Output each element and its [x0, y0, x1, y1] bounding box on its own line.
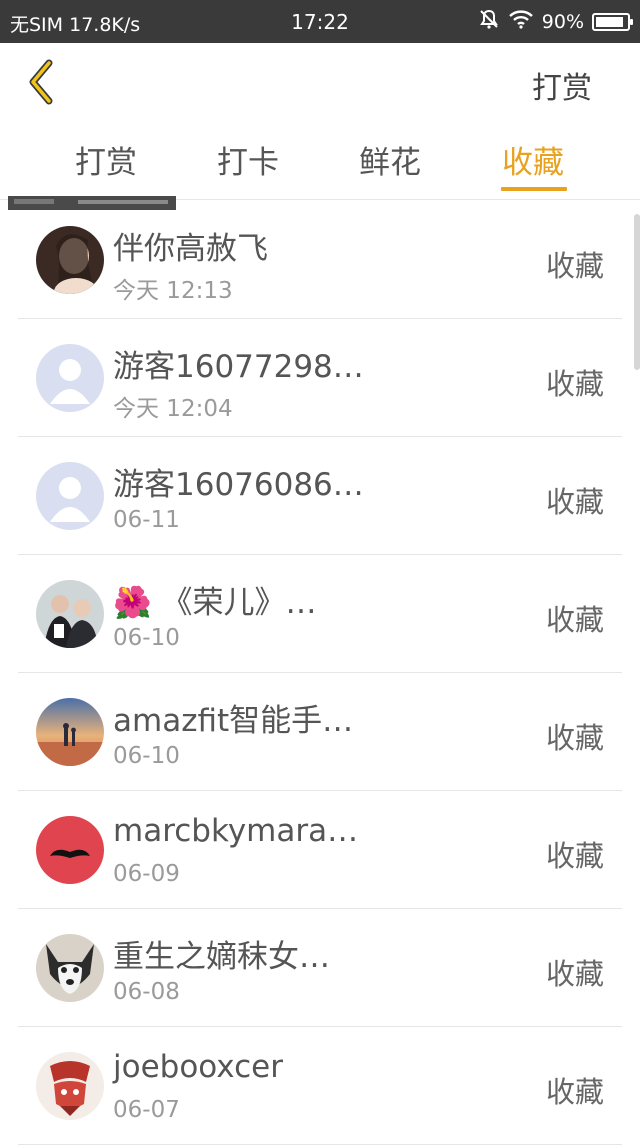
favorite-button[interactable]: 收藏	[546, 597, 604, 639]
avatar	[36, 344, 104, 412]
user-name: joebooxcer	[113, 1049, 283, 1085]
reward-header-button[interactable]: 打赏	[532, 63, 592, 107]
tab-bar: 打赏 打卡 鲜花 收藏	[0, 123, 640, 200]
favorite-button[interactable]: 收藏	[546, 833, 604, 875]
list-item[interactable]: marcbkymara… 06-09 收藏	[18, 791, 622, 909]
tab-checkin[interactable]: 打卡	[198, 137, 298, 182]
battery-fill	[596, 16, 623, 27]
avatar	[36, 1052, 104, 1120]
mustache-avatar	[36, 816, 104, 884]
favorite-button[interactable]: 收藏	[546, 951, 604, 993]
avatar	[36, 934, 104, 1002]
favorite-button[interactable]: 收藏	[546, 479, 604, 521]
battery-icon	[592, 12, 633, 31]
header: 打赏	[0, 43, 640, 123]
timestamp: 06-10	[113, 743, 180, 769]
default-guest-avatar	[36, 344, 104, 412]
list-item[interactable]: joebooxcer 06-07 收藏	[18, 1027, 622, 1145]
photo-avatar-woman	[36, 226, 104, 294]
user-name: amazfit智能手…	[113, 703, 354, 739]
photo-avatar-sunset	[36, 698, 104, 766]
photo-avatar-couple	[36, 580, 104, 648]
wifi-icon	[508, 9, 534, 34]
photo-avatar-dog	[36, 934, 104, 1002]
user-name: 🌺 《荣儿》…	[113, 585, 317, 621]
user-name: 伴你高赦飞	[113, 231, 268, 267]
favorite-button[interactable]: 收藏	[546, 715, 604, 757]
status-bar: 无SIM 17.8K/s 17:22 90%	[0, 0, 640, 43]
timestamp: 06-07	[113, 1097, 180, 1123]
list-item[interactable]: 🌺 《荣儿》… 06-10 收藏	[18, 555, 622, 673]
status-right: 90%	[478, 8, 633, 35]
avatar	[36, 462, 104, 530]
user-name: 游客16077298…	[113, 349, 364, 385]
list-item[interactable]: amazfit智能手… 06-10 收藏	[18, 673, 622, 791]
avatar	[36, 226, 104, 294]
tab-flowers[interactable]: 鲜花	[340, 137, 440, 182]
timestamp: 06-10	[113, 625, 180, 651]
favorite-button[interactable]: 收藏	[546, 361, 604, 403]
user-name: marcbkymara…	[113, 813, 359, 849]
scrollbar[interactable]	[634, 214, 640, 370]
photo-avatar-red-pattern	[36, 1052, 104, 1120]
list-item[interactable]: 伴你高赦飞 今天 12:13 收藏	[18, 201, 622, 319]
avatar	[36, 698, 104, 766]
timestamp: 今天 12:13	[113, 278, 233, 304]
avatar	[36, 580, 104, 648]
tab-favorites[interactable]: 收藏	[483, 137, 583, 182]
default-guest-avatar	[36, 462, 104, 530]
tab-reward[interactable]: 打赏	[56, 137, 156, 182]
timestamp: 06-09	[113, 861, 180, 887]
list-item[interactable]: 游客16077298… 今天 12:04 收藏	[18, 319, 622, 437]
favorite-button[interactable]: 收藏	[546, 243, 604, 285]
active-tab-underline	[501, 187, 567, 191]
avatar	[36, 816, 104, 884]
favorite-button[interactable]: 收藏	[546, 1069, 604, 1111]
list-item[interactable]: 重生之嫡秣女… 06-08 收藏	[18, 909, 622, 1027]
back-button[interactable]	[22, 57, 62, 107]
timestamp: 06-11	[113, 507, 180, 533]
alarm-off-icon	[478, 8, 500, 35]
timestamp: 今天 12:04	[113, 396, 233, 422]
timestamp: 06-08	[113, 979, 180, 1005]
battery-percent: 90%	[541, 10, 584, 33]
favorites-list: 伴你高赦飞 今天 12:13 收藏 游客16077298… 今天 12:04 收…	[18, 201, 622, 1145]
list-item[interactable]: 游客16076086… 06-11 收藏	[18, 437, 622, 555]
user-name: 游客16076086…	[113, 467, 364, 503]
user-name: 重生之嫡秣女…	[113, 939, 330, 975]
chevron-left-icon	[29, 59, 53, 105]
